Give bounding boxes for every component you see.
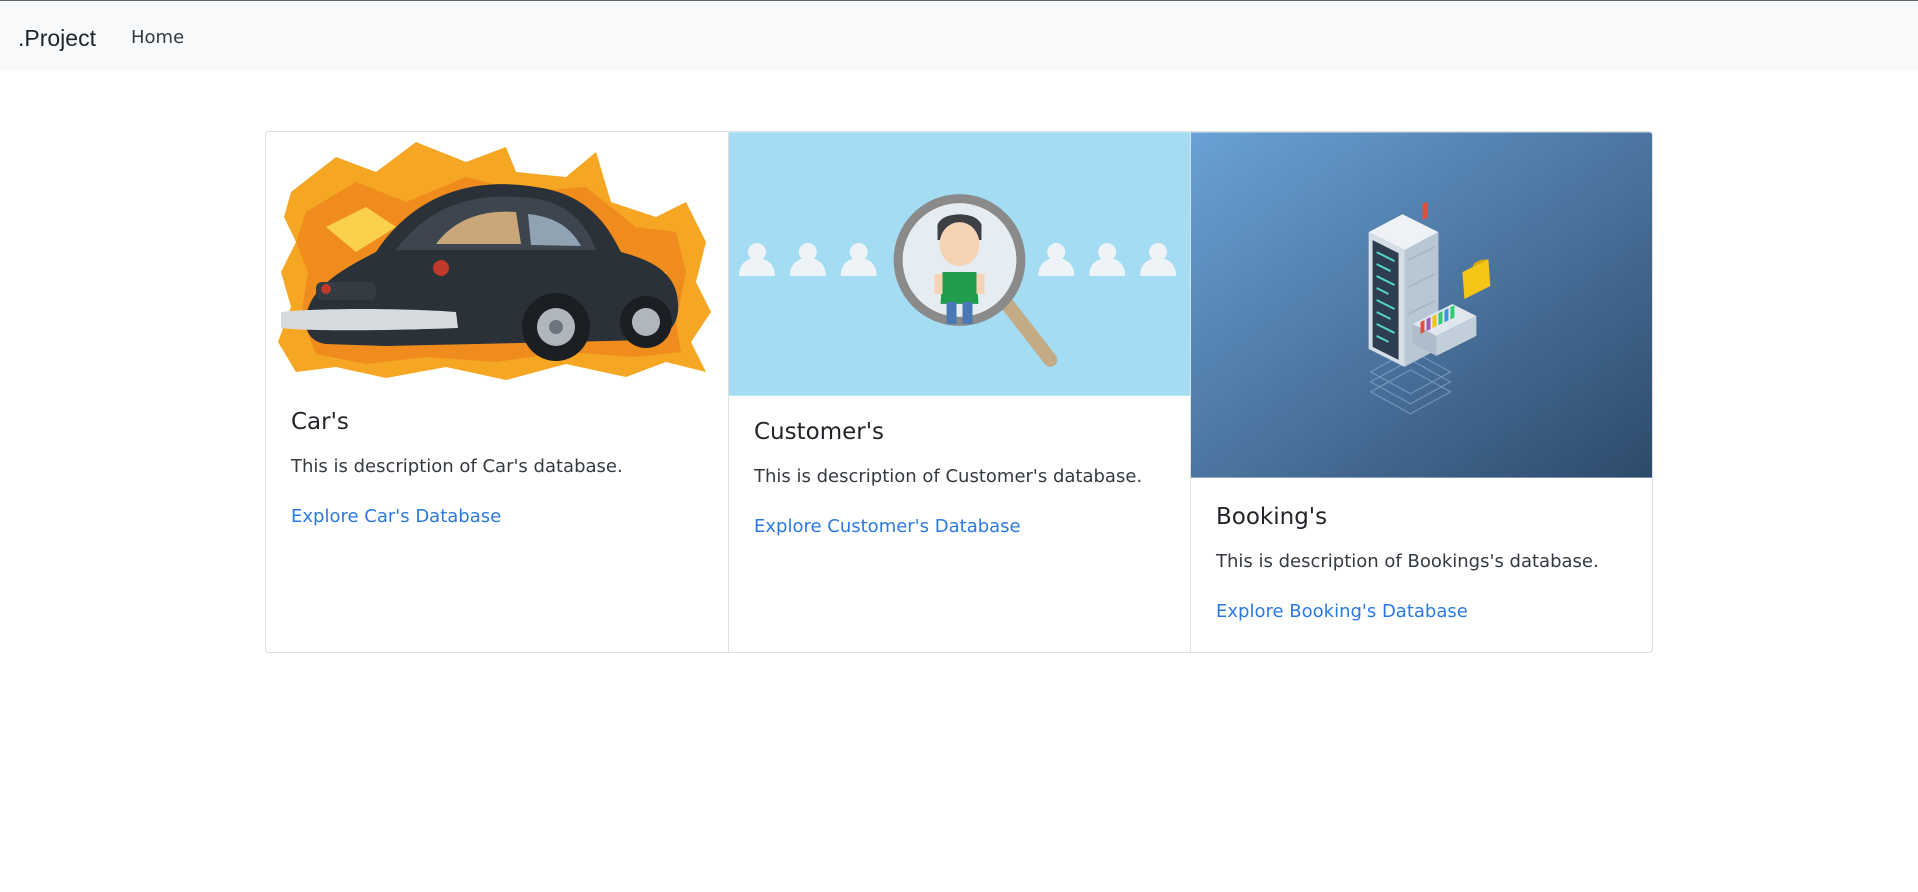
- customer-search-image: [729, 132, 1190, 396]
- card-title-bookings: Booking's: [1216, 504, 1328, 530]
- explore-customers-link[interactable]: Explore Customer's Database: [754, 515, 1021, 539]
- explore-bookings-link[interactable]: Explore Booking's Database: [1216, 600, 1468, 624]
- card-group: Car's This is description of Car's datab…: [265, 131, 1653, 653]
- car-image: [266, 132, 728, 386]
- card-description-bookings: This is description of Bookings's databa…: [1216, 551, 1599, 572]
- card-bookings: Booking's This is description of Booking…: [1190, 132, 1652, 652]
- brand-link[interactable]: .Project: [18, 23, 96, 53]
- explore-cars-link[interactable]: Explore Car's Database: [291, 505, 501, 529]
- database-server-image: [1191, 132, 1652, 478]
- card-cars: Car's This is description of Car's datab…: [266, 132, 728, 652]
- card-description-cars: This is description of Car's database.: [291, 456, 623, 477]
- navbar: .Project Home: [0, 1, 1918, 70]
- card-title-customers: Customer's: [754, 419, 885, 445]
- card-customers: Customer's This is description of Custom…: [728, 132, 1190, 652]
- card-title-cars: Car's: [291, 409, 349, 435]
- nav-link-home[interactable]: Home: [131, 26, 184, 50]
- card-description-customers: This is description of Customer's databa…: [754, 466, 1143, 487]
